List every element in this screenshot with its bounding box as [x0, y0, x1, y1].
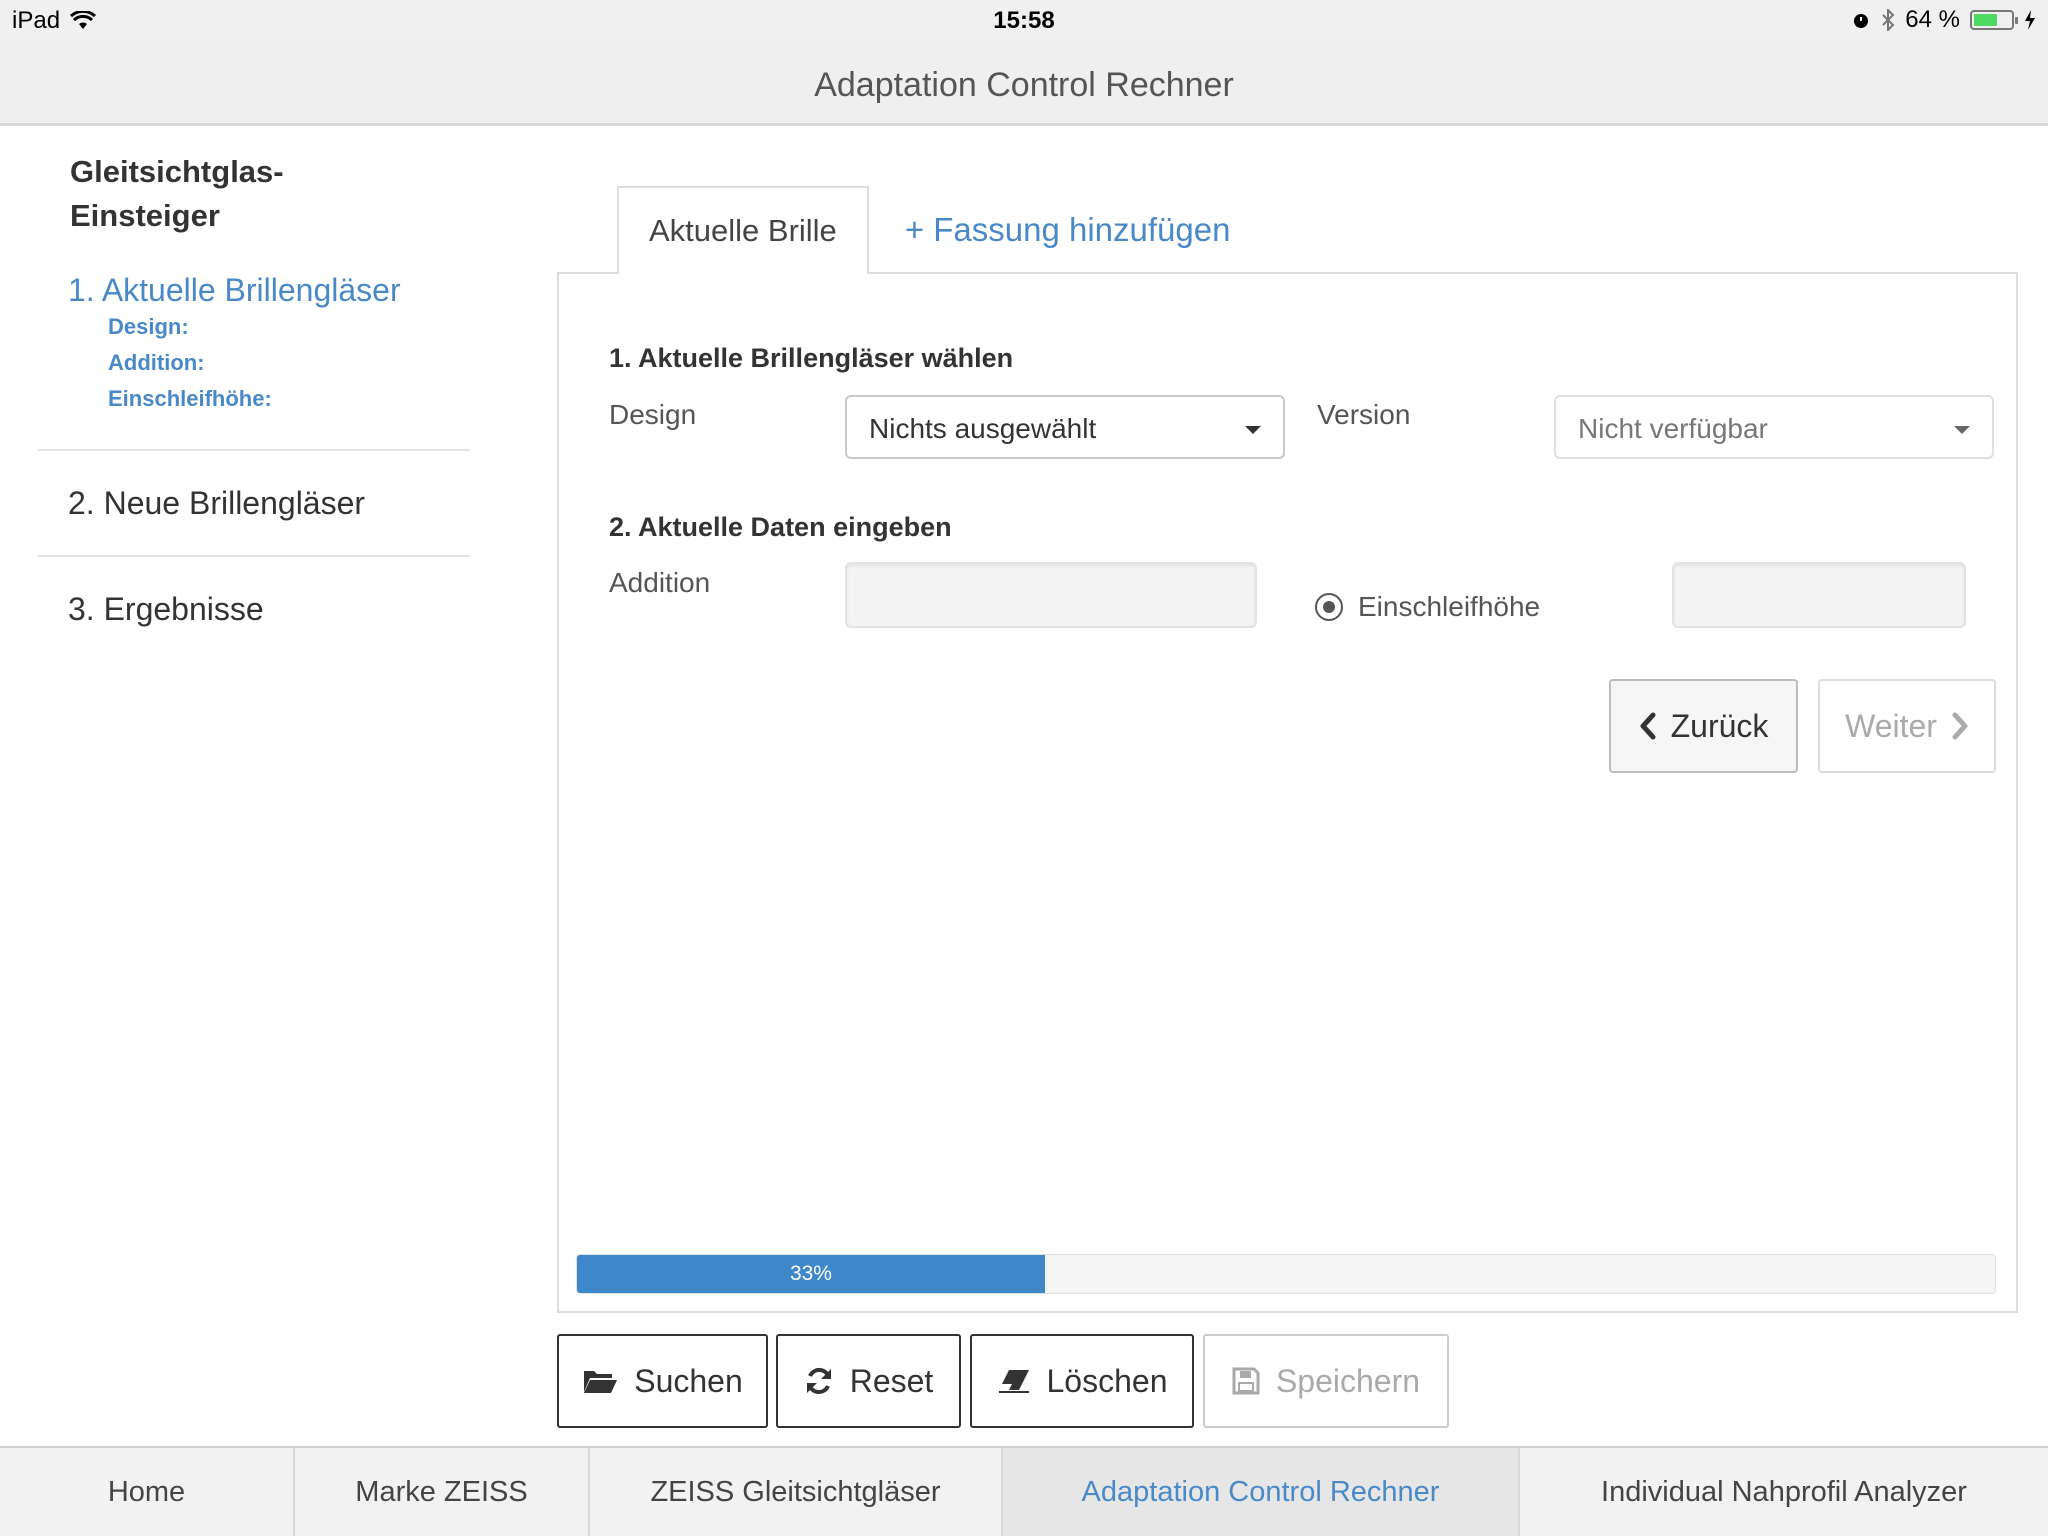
battery-fill [1974, 14, 1997, 26]
chevron-down-icon [1245, 426, 1261, 434]
bottom-tab-gleitsichtglaeser[interactable]: ZEISS Gleitsichtgläser [590, 1448, 1003, 1536]
addition-label: Addition [609, 567, 711, 598]
version-select-value: Nicht verfügbar [1578, 413, 1768, 444]
einschleif-radio[interactable] [1315, 593, 1343, 621]
version-label: Version [1317, 399, 1411, 430]
design-select[interactable]: Nichts ausgewählt [845, 395, 1285, 459]
einschleif-input[interactable] [1672, 562, 1966, 628]
design-label: Design [609, 399, 697, 430]
reset-button[interactable]: Reset [776, 1334, 961, 1428]
section-1-title: 1. Aktuelle Brillengläser wählen [609, 343, 1014, 373]
progress-bar: 33% [576, 1254, 1996, 1294]
reset-button-label: Reset [849, 1362, 934, 1399]
progress-label: 33% [789, 1262, 832, 1285]
step-detail-addition: Addition: [108, 350, 205, 375]
bluetooth-icon [1881, 9, 1895, 31]
bottom-tab-adaptation-control[interactable]: Adaptation Control Rechner [1003, 1448, 1520, 1536]
folder-open-icon [582, 1367, 618, 1395]
delete-button-label: Löschen [1046, 1362, 1168, 1399]
sidebar-step-2[interactable]: 2. Neue Brillengläser [38, 451, 470, 555]
step-detail-einschleifhoehe: Einschleifhöhe: [108, 386, 272, 411]
addition-input[interactable] [845, 562, 1257, 628]
sidebar-step-1-label: 1. Aktuelle Brillengläser [68, 272, 401, 308]
bottom-tab-marke-zeiss[interactable]: Marke ZEISS [295, 1448, 590, 1536]
sidebar-heading: Gleitsichtglas- Einsteiger [70, 154, 284, 233]
floppy-disk-icon [1232, 1367, 1260, 1395]
alarm-icon [1851, 10, 1871, 30]
sidebar-step-3[interactable]: 3. Ergebnisse [38, 557, 470, 661]
sidebar-step-1[interactable]: 1. Aktuelle Brillengläser Design: Additi… [68, 272, 470, 417]
nav-bar: Adaptation Control Rechner [0, 40, 2048, 126]
progress-fill: 33% [577, 1255, 1045, 1293]
chevron-down-icon [1954, 426, 1970, 434]
search-button[interactable]: Suchen [557, 1334, 768, 1428]
delete-button[interactable]: Löschen [970, 1334, 1194, 1428]
next-button-label: Weiter [1845, 707, 1937, 744]
next-button[interactable]: Weiter [1818, 679, 1996, 773]
back-button-label: Zurück [1670, 707, 1769, 744]
chevron-left-icon [1639, 712, 1657, 740]
bottom-tab-home[interactable]: Home [0, 1448, 295, 1536]
status-bar: iPad 15:58 64 % [0, 0, 2048, 40]
status-time: 15:58 [993, 7, 1055, 34]
version-select[interactable]: Nicht verfügbar [1554, 395, 1994, 459]
status-right: 64 % [1851, 6, 2036, 34]
design-select-value: Nichts ausgewählt [869, 413, 1097, 444]
back-button[interactable]: Zurück [1609, 679, 1798, 773]
add-frame-tab[interactable]: + Fassung hinzufügen [869, 186, 1267, 274]
bottom-tab-bar: Home Marke ZEISS ZEISS Gleitsichtgläser … [0, 1446, 2048, 1536]
refresh-icon [804, 1366, 834, 1396]
save-button[interactable]: Speichern [1203, 1334, 1449, 1428]
eraser-icon [997, 1368, 1031, 1394]
charging-icon [2024, 10, 2036, 30]
sidebar: Gleitsichtglas- Einsteiger 1. Aktuelle B… [38, 130, 470, 661]
battery-percent: 64 % [1905, 6, 1960, 33]
step-detail-design: Design: [108, 314, 189, 339]
chevron-right-icon [1951, 712, 1969, 740]
section-2-title: 2. Aktuelle Daten eingeben [609, 512, 952, 542]
save-button-label: Speichern [1275, 1362, 1421, 1399]
bottom-tab-nahprofil-analyzer[interactable]: Individual Nahprofil Analyzer [1520, 1448, 2048, 1536]
app-title: Adaptation Control Rechner [814, 66, 1234, 104]
battery-icon [1970, 10, 2018, 30]
search-button-label: Suchen [634, 1362, 743, 1399]
frame-tabs: Aktuelle Brille + Fassung hinzufügen [617, 186, 1266, 274]
einschleif-label: Einschleifhöhe [1358, 591, 1541, 622]
tab-aktuelle-brille[interactable]: Aktuelle Brille [617, 186, 869, 274]
